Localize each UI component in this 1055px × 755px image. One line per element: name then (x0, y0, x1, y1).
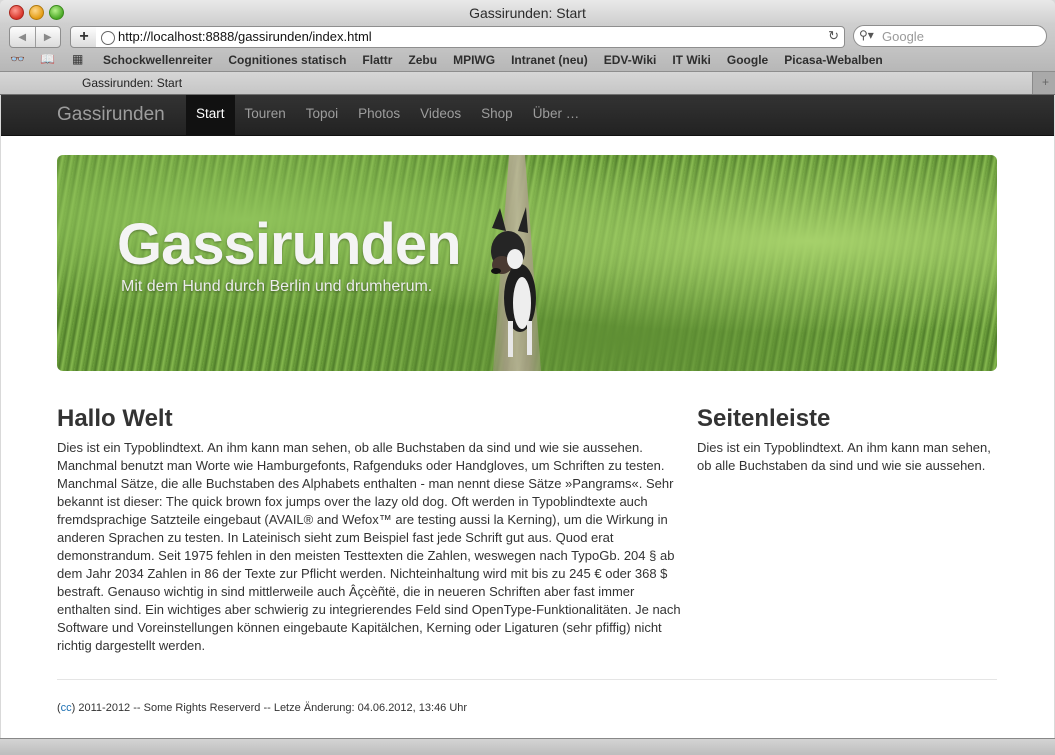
sidebar-heading: Seitenleiste (697, 405, 831, 432)
add-bookmark-button[interactable]: + (70, 26, 98, 48)
sidebar-text: Dies ist ein Typoblindtext. An ihm kann … (697, 440, 991, 473)
nav-item-photos[interactable]: Photos (348, 95, 410, 135)
top-sites-icon[interactable]: ▦ (72, 52, 83, 66)
address-bar[interactable]: http://localhost:8888/gassirunden/index.… (96, 26, 845, 48)
forward-button[interactable]: ▶ (36, 27, 61, 47)
window-titlebar: Gassirunden: Start (0, 0, 1055, 24)
hero-banner: Gassirunden Mit dem Hund durch Berlin un… (57, 155, 997, 371)
status-bar (0, 738, 1055, 755)
bookmark-item[interactable]: Google (727, 53, 768, 67)
bookmark-item[interactable]: Picasa-Webalben (784, 53, 882, 67)
main-content: Hallo Welt Dies ist ein Typoblindtext. A… (57, 405, 682, 655)
bookmark-list: Schockwellenreiter Cognitiones statisch … (103, 53, 883, 67)
bookmark-item[interactable]: Intranet (neu) (511, 53, 588, 67)
bookmark-item[interactable]: MPIWG (453, 53, 495, 67)
footer-divider (57, 679, 997, 680)
nav-item-touren[interactable]: Touren (235, 95, 296, 135)
nav-item-start[interactable]: Start (186, 95, 235, 135)
footer: (cc) 2011-2012 -- Some Rights Reserverd … (57, 702, 467, 714)
bookmarks-icon[interactable]: 📖 (40, 52, 55, 66)
search-icon: ⚲▾ (859, 28, 874, 42)
url-text[interactable]: http://localhost:8888/gassirunden/index.… (118, 29, 372, 44)
globe-icon (101, 31, 115, 45)
bookmark-item[interactable]: Zebu (408, 53, 437, 67)
tab-label: Gassirunden: Start (82, 76, 183, 90)
site-brand[interactable]: Gassirunden (57, 104, 165, 126)
new-tab-icon[interactable]: + (1042, 75, 1049, 89)
site-navbar: Gassirunden Start Touren Topoi Photos Vi… (1, 95, 1054, 136)
bookmark-item[interactable]: IT Wiki (672, 53, 711, 67)
sidebar: Seitenleiste Dies ist ein Typoblindtext.… (697, 405, 997, 475)
cc-link[interactable]: cc (61, 702, 72, 714)
tab-bar: Gassirunden: Start + (0, 72, 1055, 95)
nav-item-videos[interactable]: Videos (410, 95, 471, 135)
search-placeholder: Google (882, 29, 924, 44)
bookmarks-bar: 👓 📖 ▦ Schockwellenreiter Cognitiones sta… (0, 49, 1055, 72)
browser-toolbar: ◀ ▶ + http://localhost:8888/gassirunden/… (0, 24, 1055, 49)
site-nav: Start Touren Topoi Photos Videos Shop Üb… (186, 95, 589, 135)
window-title: Gassirunden: Start (469, 5, 586, 21)
nav-item-shop[interactable]: Shop (471, 95, 523, 135)
tab-active[interactable]: Gassirunden: Start (0, 72, 1033, 94)
bookmark-item[interactable]: Schockwellenreiter (103, 53, 212, 67)
footer-text: ) 2011-2012 -- Some Rights Reserverd -- … (71, 702, 468, 714)
bookmark-item[interactable]: Flattr (362, 53, 392, 67)
web-page: Gassirunden Start Touren Topoi Photos Vi… (1, 95, 1054, 738)
dog-image (491, 207, 536, 357)
bookmark-item[interactable]: Cognitiones statisch (228, 53, 346, 67)
back-button[interactable]: ◀ (10, 27, 36, 47)
nav-item-ueber[interactable]: Über … (523, 95, 590, 135)
reading-list-icon[interactable]: 👓 (10, 52, 25, 66)
nav-item-topoi[interactable]: Topoi (296, 95, 348, 135)
hero-title: Gassirunden (117, 212, 462, 277)
main-heading: Hallo Welt (57, 405, 173, 432)
hero-subtitle: Mit dem Hund durch Berlin und drumherum. (121, 278, 433, 295)
back-forward-buttons: ◀ ▶ (9, 26, 61, 48)
search-input[interactable]: ⚲▾ Google (853, 25, 1047, 47)
main-text: Dies ist ein Typoblindtext. An ihm kann … (57, 440, 681, 653)
bookmark-item[interactable]: EDV-Wiki (604, 53, 657, 67)
reload-icon[interactable]: ↻ (828, 28, 839, 44)
